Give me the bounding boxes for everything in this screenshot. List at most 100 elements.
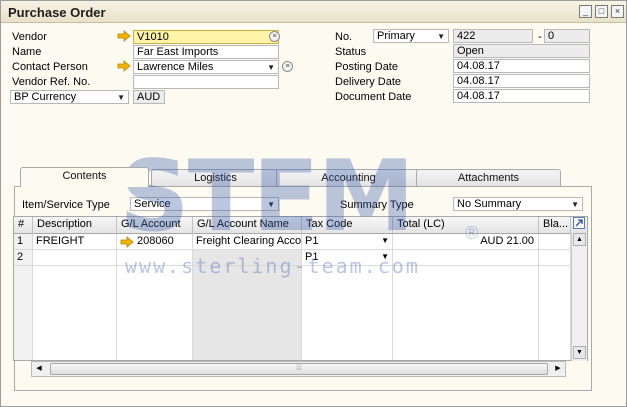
contact-person-label: Contact Person <box>12 61 88 73</box>
chevron-down-icon: ▼ <box>117 93 125 102</box>
name-value: Far East Imports <box>137 46 219 58</box>
purchase-order-window: Purchase Order _ □ × Vendor V1010 ≡ Name… <box>0 0 627 407</box>
vendor-label: Vendor <box>12 31 47 43</box>
no-label: No. <box>335 31 353 43</box>
col-header-description[interactable]: Description <box>33 217 117 234</box>
status-value: Open <box>457 45 484 57</box>
item-type-select[interactable]: Service ▼ <box>130 197 279 211</box>
cell-description[interactable]: FREIGHT <box>33 234 117 250</box>
doc-suffix-field: 0 <box>544 29 590 43</box>
col-header-tax-code[interactable]: Tax Code <box>302 217 393 234</box>
document-date-field[interactable]: 04.08.17 <box>453 89 590 103</box>
empty-cell <box>393 266 539 360</box>
items-grid: # Description G/L Account G/L Account Na… <box>13 216 588 361</box>
chevron-down-icon[interactable]: ▼ <box>381 250 389 264</box>
tab-accounting[interactable]: Accounting <box>276 169 421 187</box>
link-arrow-icon[interactable] <box>117 30 131 42</box>
scroll-down-icon[interactable]: ▼ <box>573 346 586 359</box>
vendor-field[interactable]: V1010 <box>133 30 279 44</box>
document-date-label: Document Date <box>335 91 412 103</box>
link-arrow-icon[interactable] <box>117 60 131 72</box>
status-field: Open <box>453 44 590 58</box>
doc-suffix-separator: - <box>538 31 542 43</box>
tab-attachments[interactable]: Attachments <box>416 169 561 187</box>
scroll-right-icon[interactable]: ▶ <box>552 363 564 375</box>
series-select[interactable]: Primary ▼ <box>373 29 449 43</box>
summary-type-label: Summary Type <box>340 199 414 211</box>
link-arrow-icon[interactable] <box>120 236 134 248</box>
currency-type-value: BP Currency <box>14 91 77 103</box>
vendor-ref-label: Vendor Ref. No. <box>12 76 91 88</box>
document-date-value: 04.08.17 <box>457 90 500 102</box>
tax-code-value: P1 <box>305 235 319 247</box>
chevron-down-icon: ▼ <box>267 200 275 209</box>
tab-logistics[interactable]: Logistics <box>151 169 280 187</box>
cell-gl-account[interactable] <box>117 250 193 266</box>
choose-list-icon[interactable]: ≡ <box>282 61 293 72</box>
posting-date-field[interactable]: 04.08.17 <box>453 59 590 73</box>
chevron-down-icon: ▼ <box>571 200 579 209</box>
empty-cell <box>302 266 393 360</box>
minimize-button[interactable]: _ <box>579 5 592 18</box>
currency-value: AUD <box>137 91 161 103</box>
vendor-value: V1010 <box>137 31 169 43</box>
cell-tax-code[interactable]: P1 ▼ <box>302 234 393 250</box>
name-field[interactable]: Far East Imports <box>133 45 279 59</box>
series-value: Primary <box>377 30 415 42</box>
cell-blanket[interactable] <box>539 234 571 250</box>
delivery-date-label: Delivery Date <box>335 76 402 88</box>
col-header-blanket[interactable]: Bla... <box>539 217 571 234</box>
delivery-date-field[interactable]: 04.08.17 <box>453 74 590 88</box>
col-header-gl-account[interactable]: G/L Account <box>117 217 193 234</box>
cell-blanket[interactable] <box>539 250 571 266</box>
empty-cell <box>193 266 302 360</box>
contact-person-select[interactable]: Lawrence Miles ▼ <box>133 60 279 74</box>
summary-type-select[interactable]: No Summary ▼ <box>453 197 583 211</box>
cell-gl-account[interactable]: 208060 <box>117 234 193 250</box>
col-header-total-lc[interactable]: Total (LC) <box>393 217 539 234</box>
horizontal-scrollbar[interactable]: ◀ ⁞⁞⁞ ▶ <box>31 361 566 377</box>
scroll-thumb[interactable]: ⁞⁞⁞ <box>50 363 548 375</box>
choose-list-icon[interactable]: ≡ <box>269 31 280 42</box>
vendor-ref-field[interactable] <box>133 75 279 89</box>
tax-code-value: P1 <box>305 251 319 263</box>
scroll-left-icon[interactable]: ◀ <box>33 363 45 375</box>
delivery-date-value: 04.08.17 <box>457 75 500 87</box>
posting-date-value: 04.08.17 <box>457 60 500 72</box>
currency-type-select[interactable]: BP Currency ▼ <box>10 90 129 104</box>
currency-field: AUD <box>133 90 165 104</box>
chevron-down-icon[interactable]: ▼ <box>381 234 389 248</box>
doc-number-field: 422 <box>453 29 533 43</box>
vertical-scrollbar[interactable]: ▲ ▼ <box>571 233 587 361</box>
doc-number-value: 422 <box>457 30 476 42</box>
contact-person-value: Lawrence Miles <box>137 61 214 73</box>
empty-cell <box>117 266 193 360</box>
close-button[interactable]: × <box>611 5 624 18</box>
tab-contents[interactable]: Contents <box>20 167 149 187</box>
col-header-number[interactable]: # <box>14 217 33 234</box>
cell-total-lc[interactable] <box>393 250 539 266</box>
name-label: Name <box>12 46 42 58</box>
maximize-button[interactable]: □ <box>595 5 608 18</box>
scroll-up-icon[interactable]: ▲ <box>573 233 586 246</box>
title-bar: Purchase Order _ □ × <box>1 1 626 23</box>
expand-columns-icon[interactable] <box>571 217 587 234</box>
chevron-down-icon: ▼ <box>437 32 445 41</box>
cell-tax-code[interactable]: P1 ▼ <box>302 250 393 266</box>
cell-gl-account-name <box>193 250 302 266</box>
summary-type-value: No Summary <box>457 198 522 210</box>
doc-suffix-value: 0 <box>548 30 555 42</box>
window-title: Purchase Order <box>8 5 106 20</box>
row-number[interactable]: 1 <box>14 234 33 250</box>
empty-cell <box>539 266 571 360</box>
item-type-value: Service <box>134 198 171 210</box>
cell-gl-account-name[interactable]: Freight Clearing Accour <box>193 234 302 250</box>
gl-account-value: 208060 <box>137 235 174 247</box>
col-header-gl-account-name[interactable]: G/L Account Name <box>193 217 302 234</box>
posting-date-label: Posting Date <box>335 61 398 73</box>
cell-total-lc[interactable]: AUD 21.00 <box>393 234 539 250</box>
row-number-empty <box>14 266 33 360</box>
empty-cell <box>33 266 117 360</box>
cell-description[interactable] <box>33 250 117 266</box>
row-number[interactable]: 2 <box>14 250 33 266</box>
